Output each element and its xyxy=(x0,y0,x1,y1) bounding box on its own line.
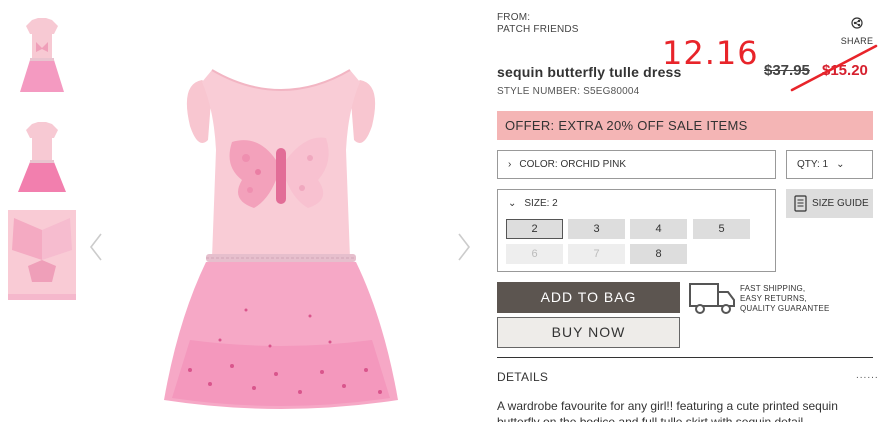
share-label: SHARE xyxy=(840,36,874,46)
dress-back-thumbnail-image xyxy=(18,122,66,192)
original-price: $37.95 xyxy=(764,62,810,79)
from-label: FROM: xyxy=(497,12,531,23)
add-to-bag-button[interactable]: ADD TO BAG xyxy=(497,282,680,313)
size-option-7[interactable]: 7 xyxy=(568,244,625,264)
shipping-info: FAST SHIPPING, EASY RETURNS, QUALITY GUA… xyxy=(740,284,830,314)
color-select-label: COLOR: ORCHID PINK xyxy=(519,159,627,170)
chevron-right-icon[interactable] xyxy=(456,232,472,262)
thumbnail-3[interactable] xyxy=(8,210,76,300)
divider xyxy=(497,357,873,358)
dress-thumbnail-image xyxy=(20,18,64,92)
product-description: A wardrobe favourite for any girl!! feat… xyxy=(497,399,838,422)
product-title: sequin butterfly tulle dress xyxy=(497,64,682,80)
size-select-label: SIZE: 2 xyxy=(524,198,558,209)
truck-icon xyxy=(689,283,735,314)
product-main-image xyxy=(164,69,398,409)
buy-now-button[interactable]: BUY NOW xyxy=(497,317,680,348)
chevron-right-icon: › xyxy=(508,159,512,170)
butterfly-closeup-thumbnail-image xyxy=(8,210,76,300)
size-option-5[interactable]: 5 xyxy=(693,219,750,239)
guarantee-line: QUALITY GUARANTEE xyxy=(740,304,830,313)
size-option-4[interactable]: 4 xyxy=(630,219,687,239)
thumbnail-2[interactable] xyxy=(8,114,76,204)
share-icon xyxy=(851,17,863,29)
size-select-header[interactable]: ⌄ SIZE: 2 xyxy=(508,198,558,209)
offer-banner: OFFER: EXTRA 20% OFF SALE ITEMS xyxy=(497,111,873,140)
share-button[interactable]: SHARE xyxy=(838,16,876,46)
size-select: ⌄ SIZE: 2 2 3 4 5 6 7 8 xyxy=(497,189,776,272)
color-select[interactable]: › COLOR: ORCHID PINK xyxy=(497,150,776,179)
size-option-2[interactable]: 2 xyxy=(506,219,563,239)
size-option-8[interactable]: 8 xyxy=(630,244,687,264)
returns-line: EASY RETURNS, xyxy=(740,294,807,303)
chevron-left-icon[interactable] xyxy=(88,232,104,262)
size-guide-button[interactable]: SIZE GUIDE xyxy=(786,189,873,218)
thumbnail-1[interactable] xyxy=(8,12,76,102)
brand-name[interactable]: PATCH FRIENDS xyxy=(497,24,579,35)
shipping-line: FAST SHIPPING, xyxy=(740,284,806,293)
chevron-down-icon: ⌄ xyxy=(836,159,845,170)
quantity-select[interactable]: QTY: 1 ⌄ xyxy=(786,150,873,179)
sale-price: $15.20 xyxy=(822,62,868,79)
details-expand[interactable]: ...... xyxy=(856,370,879,381)
size-option-3[interactable]: 3 xyxy=(568,219,625,239)
quantity-label: QTY: 1 xyxy=(797,159,829,170)
chevron-down-icon: ⌄ xyxy=(508,198,517,209)
details-heading[interactable]: DETAILS xyxy=(497,370,548,384)
size-guide-label: SIZE GUIDE xyxy=(812,198,869,209)
size-guide-icon xyxy=(794,195,807,212)
style-number: STYLE NUMBER: S5EG80004 xyxy=(497,86,640,97)
size-option-6[interactable]: 6 xyxy=(506,244,563,264)
